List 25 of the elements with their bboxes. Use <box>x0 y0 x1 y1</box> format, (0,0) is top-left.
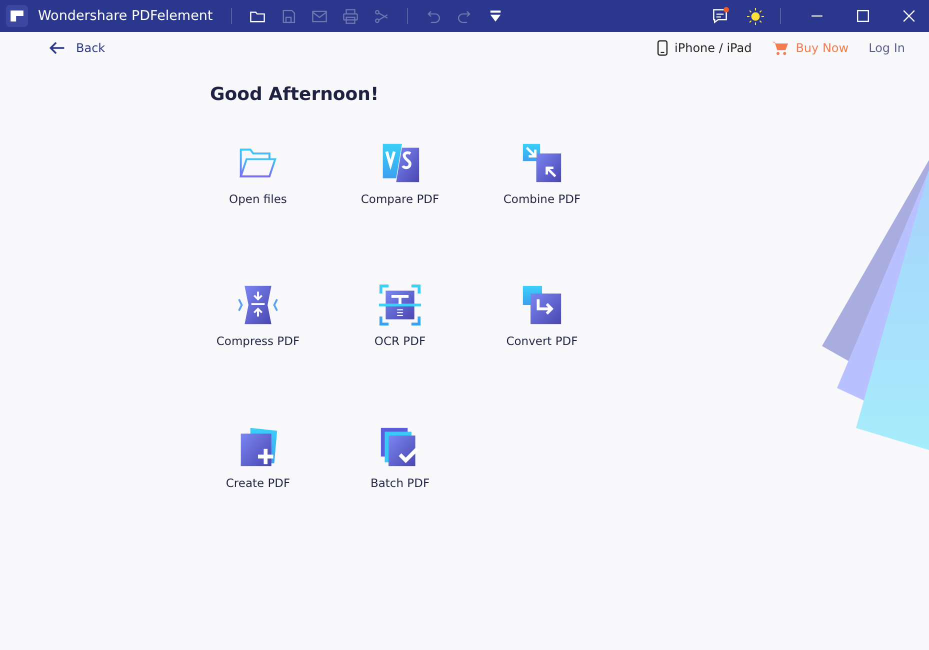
combine-tool-icon <box>521 142 563 184</box>
compress-tool-icon <box>237 284 279 326</box>
log-in-link[interactable]: Log In <box>868 41 905 55</box>
compress-tool-button[interactable]: Compress PDF <box>187 284 329 348</box>
create-tool-button[interactable]: Create PDF <box>187 426 329 490</box>
maximize-icon[interactable] <box>854 7 872 25</box>
convert-tool-button[interactable]: Convert PDF <box>471 284 613 348</box>
back-button[interactable]: Back <box>48 39 106 57</box>
batch-tool-icon <box>379 426 421 468</box>
compare-tool-button[interactable]: Compare PDF <box>329 142 471 206</box>
open-tool-button[interactable]: Open files <box>187 142 329 206</box>
feedback-icon[interactable] <box>711 7 729 25</box>
greeting-heading: Good Afternoon! <box>210 84 380 105</box>
ocr-tool-icon <box>379 284 421 326</box>
sun-icon[interactable] <box>747 8 764 24</box>
app-logo-icon <box>6 5 28 27</box>
batch-tool-button[interactable]: Batch PDF <box>329 426 471 490</box>
combine-tool-button[interactable]: Combine PDF <box>471 142 613 206</box>
iphone-ipad-link[interactable]: iPhone / iPad <box>656 40 752 56</box>
phone-icon <box>656 40 668 56</box>
convert-tool-icon <box>521 284 563 326</box>
ocr-tool-button[interactable]: OCR PDF <box>329 284 471 348</box>
cart-icon <box>772 40 789 56</box>
back-arrow-icon <box>48 39 66 57</box>
window-title: Wondershare PDFelement <box>38 8 213 24</box>
